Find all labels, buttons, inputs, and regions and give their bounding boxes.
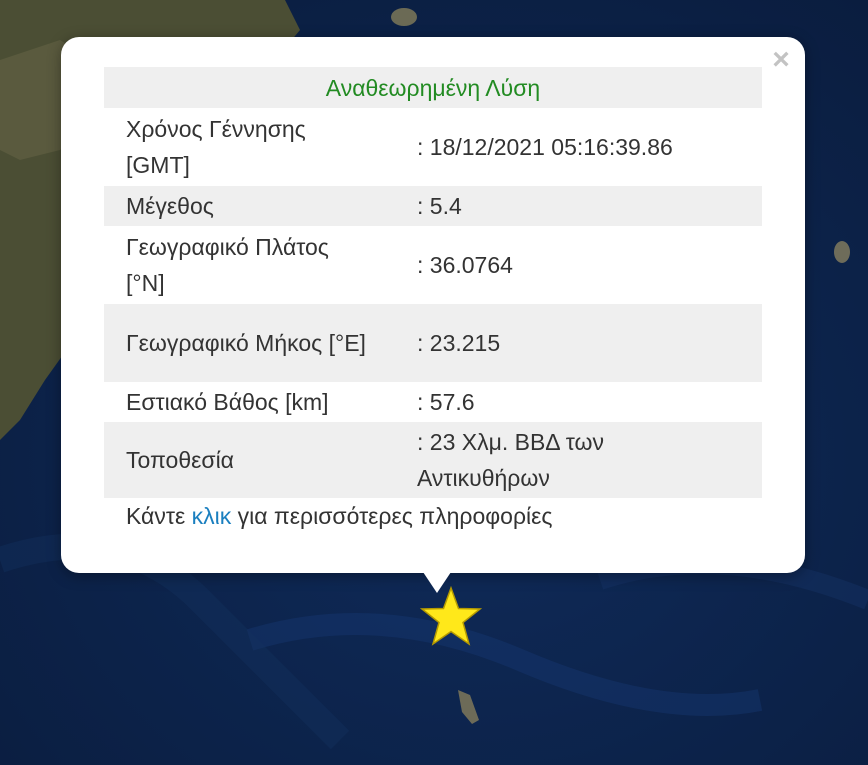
- row-value: : 18/12/2021 05:16:39.86: [417, 134, 673, 160]
- table-row: Γεωγραφικό Μήκος [°E] : 23.215: [104, 304, 762, 382]
- table-row: Γεωγραφικό Πλάτος [°N] : 36.0764: [104, 226, 762, 304]
- row-value: : 23.215: [395, 304, 762, 382]
- close-button[interactable]: ×: [765, 44, 797, 76]
- table-row: Εστιακό Βάθος [km] : 57.6: [104, 382, 762, 422]
- row-value: : 36.0764: [417, 252, 513, 278]
- table-row: Χρόνος Γέννησης [GMT] : 18/12/2021 05:16…: [104, 108, 762, 186]
- row-label: Τοποθεσία: [104, 422, 395, 498]
- more-info-link[interactable]: κλικ: [192, 503, 232, 529]
- more-info-line: Κάντε κλικ για περισσότερες πληροφορίες: [126, 503, 553, 530]
- row-label: Χρόνος Γέννησης [GMT]: [126, 116, 306, 178]
- popup-title: Αναθεωρημένη Λύση: [104, 67, 762, 108]
- table-row: Τοποθεσία : 23 Χλμ. ΒΒΔ των Αντικυθήρων: [104, 422, 762, 498]
- island-north: [391, 8, 417, 26]
- row-label: Μέγεθος: [104, 186, 395, 226]
- row-value: : 57.6: [417, 389, 475, 415]
- footer-text-post: για περισσότερες πληροφορίες: [231, 503, 553, 529]
- island-east: [834, 241, 850, 263]
- row-value: : 5.4: [395, 186, 762, 226]
- row-label: Εστιακό Βάθος [km]: [126, 389, 329, 415]
- row-label: Γεωγραφικό Πλάτος [°N]: [126, 234, 329, 296]
- row-label: Γεωγραφικό Μήκος [°E]: [104, 304, 395, 382]
- table-row: Μέγεθος : 5.4: [104, 186, 762, 226]
- star-icon[interactable]: [420, 586, 482, 648]
- footer-text-pre: Κάντε: [126, 503, 192, 529]
- table-header-row: Αναθεωρημένη Λύση: [104, 67, 762, 108]
- earthquake-info-table: Αναθεωρημένη Λύση Χρόνος Γέννησης [GMT] …: [104, 67, 762, 498]
- row-value: : 23 Χλμ. ΒΒΔ των Αντικυθήρων: [395, 422, 762, 498]
